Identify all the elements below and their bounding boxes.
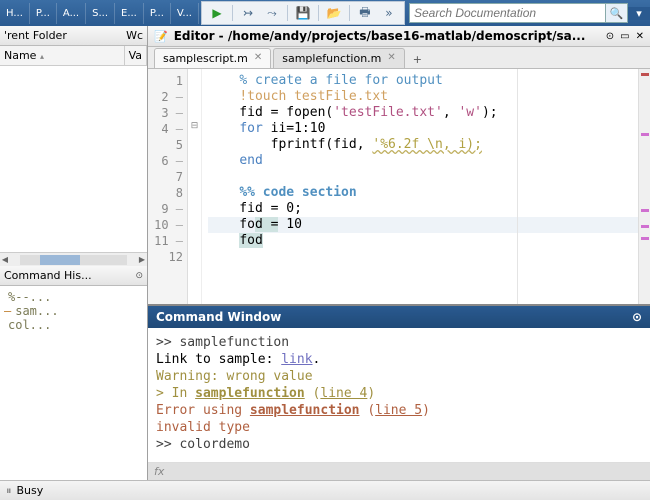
ribbon-tab[interactable]: V...: [171, 3, 199, 24]
code-line[interactable]: %% code section: [208, 185, 638, 201]
workspace-tab[interactable]: Wc: [126, 29, 143, 42]
hscrollbar[interactable]: ◀ ▶: [0, 252, 147, 266]
code-line[interactable]: for ii=1:10: [208, 121, 638, 137]
scroll-right-icon[interactable]: ▶: [137, 255, 147, 264]
file-tab[interactable]: samplescript.m ✕: [154, 48, 271, 68]
ribbon-tabs: H...P...A...S...E...P...V...: [0, 3, 199, 24]
code-text[interactable]: % create a file for output !touch testFi…: [202, 69, 638, 304]
cmd-line: >> colordemo: [156, 436, 642, 453]
code-line[interactable]: % create a file for output: [208, 73, 638, 89]
error-marker[interactable]: [641, 73, 649, 76]
tab-label: samplefunction.m: [282, 52, 381, 65]
warning-marker[interactable]: [641, 133, 649, 136]
cmd-line: Error using samplefunction (line 5): [156, 402, 642, 419]
close-icon[interactable]: ✕: [636, 31, 644, 42]
maximize-icon[interactable]: ▭: [620, 31, 629, 42]
code-line[interactable]: fod = 10: [208, 217, 638, 233]
run-icon[interactable]: ▶: [208, 4, 226, 22]
ribbon-tab[interactable]: P...: [144, 3, 171, 24]
new-tab-button[interactable]: +: [407, 51, 428, 68]
separator: [287, 5, 288, 21]
command-window-titlebar[interactable]: Command Window ⊙: [148, 306, 650, 328]
top-toolbar: H...P...A...S...E...P...V... ▶ ↣ ⤳ 💾 📂 🖶…: [0, 0, 650, 26]
status-bar: ⏸ Busy: [0, 480, 650, 500]
tab-label: samplescript.m: [163, 52, 248, 65]
column-guide: [517, 69, 518, 304]
history-item[interactable]: col...: [4, 318, 143, 332]
ribbon-tab[interactable]: P...: [30, 3, 57, 24]
separator: [318, 5, 319, 21]
search-documentation: 🔍: [409, 3, 628, 23]
code-line[interactable]: !touch testFile.txt: [208, 89, 638, 105]
code-line[interactable]: fprintf(fid, '%6.2f \n, i);: [208, 137, 638, 153]
code-area[interactable]: 123456789101112 ⊟ % create a file for ou…: [148, 69, 650, 304]
ribbon-tab[interactable]: E...: [115, 3, 144, 24]
file-tab[interactable]: samplefunction.m ✕: [273, 48, 405, 68]
dropdown-icon[interactable]: ⊙: [606, 31, 614, 42]
command-history-title[interactable]: Command His... ⊙: [0, 266, 147, 286]
scroll-left-icon[interactable]: ◀: [0, 255, 10, 264]
code-line[interactable]: end: [208, 153, 638, 169]
editor-titlebar: 📝 Editor - /home/andy/projects/base16-ma…: [148, 26, 650, 47]
ribbon-tab[interactable]: H...: [0, 3, 30, 24]
editor-icon: 📝: [154, 30, 168, 43]
editor-tabs: samplescript.m ✕samplefunction.m ✕+: [148, 47, 650, 69]
status-text: Busy: [17, 484, 44, 497]
command-window-label: Command Window: [156, 310, 281, 324]
fold-gutter[interactable]: ⊟: [188, 69, 202, 304]
code-line[interactable]: fid = 0;: [208, 201, 638, 217]
separator: [349, 5, 350, 21]
code-line[interactable]: fid = fopen('testFile.txt', 'w');: [208, 105, 638, 121]
cmd-line: invalid type: [156, 419, 642, 436]
current-folder-label: 'rent Folder: [4, 29, 67, 42]
fx-prompt[interactable]: fx: [148, 462, 650, 480]
print-icon[interactable]: 🖶: [356, 4, 374, 22]
cmd-line: Link to sample: link.: [156, 351, 642, 368]
history-item[interactable]: sam...: [4, 304, 143, 318]
cmd-line: Warning: wrong value: [156, 368, 642, 385]
command-history-label: Command His...: [4, 269, 92, 282]
warning-marker[interactable]: [641, 225, 649, 228]
toolbar-dropdown-icon[interactable]: ▾: [628, 7, 650, 20]
code-line[interactable]: fod: [208, 233, 638, 249]
busy-icon: ⏸: [6, 484, 11, 498]
ribbon-tab[interactable]: A...: [57, 3, 86, 24]
quick-access-toolbar: ▶ ↣ ⤳ 💾 📂 🖶 »: [201, 1, 405, 25]
line-numbers: 123456789101112: [148, 69, 188, 304]
code-line[interactable]: [208, 249, 638, 265]
dropdown-icon[interactable]: ⊙: [135, 271, 143, 281]
dropdown-icon[interactable]: ⊙: [632, 310, 642, 324]
close-icon[interactable]: ✕: [254, 52, 262, 65]
save-icon[interactable]: 💾: [294, 4, 312, 22]
col-name[interactable]: Name ▴: [0, 46, 125, 65]
command-history-list[interactable]: %--...sam...col...: [0, 286, 147, 480]
col-value[interactable]: Va: [125, 46, 147, 65]
editor-title: Editor - /home/andy/projects/base16-matl…: [174, 29, 600, 43]
folder-columns: Name ▴ Va: [0, 46, 147, 66]
folder-contents[interactable]: [0, 66, 147, 252]
cmd-line: > In samplefunction (line 4): [156, 385, 642, 402]
open-icon[interactable]: 📂: [325, 4, 343, 22]
search-input[interactable]: [409, 3, 606, 23]
warning-marker[interactable]: [641, 237, 649, 240]
step-icon[interactable]: ↣: [239, 4, 257, 22]
scroll-thumb[interactable]: [40, 255, 80, 265]
history-item[interactable]: %--...: [4, 290, 143, 304]
step-out-icon[interactable]: ⤳: [263, 4, 281, 22]
ribbon-tab[interactable]: S...: [86, 3, 115, 24]
more-icon[interactable]: »: [380, 4, 398, 22]
message-bar[interactable]: [638, 69, 650, 304]
cmd-line: >> samplefunction: [156, 334, 642, 351]
command-window-output[interactable]: >> samplefunctionLink to sample: link.Wa…: [148, 328, 650, 462]
search-go-icon[interactable]: 🔍: [606, 3, 628, 23]
current-folder-title[interactable]: 'rent Folder Wc: [0, 26, 147, 46]
code-line[interactable]: [208, 169, 638, 185]
close-icon[interactable]: ✕: [387, 52, 395, 65]
separator: [232, 5, 233, 21]
warning-marker[interactable]: [641, 209, 649, 212]
